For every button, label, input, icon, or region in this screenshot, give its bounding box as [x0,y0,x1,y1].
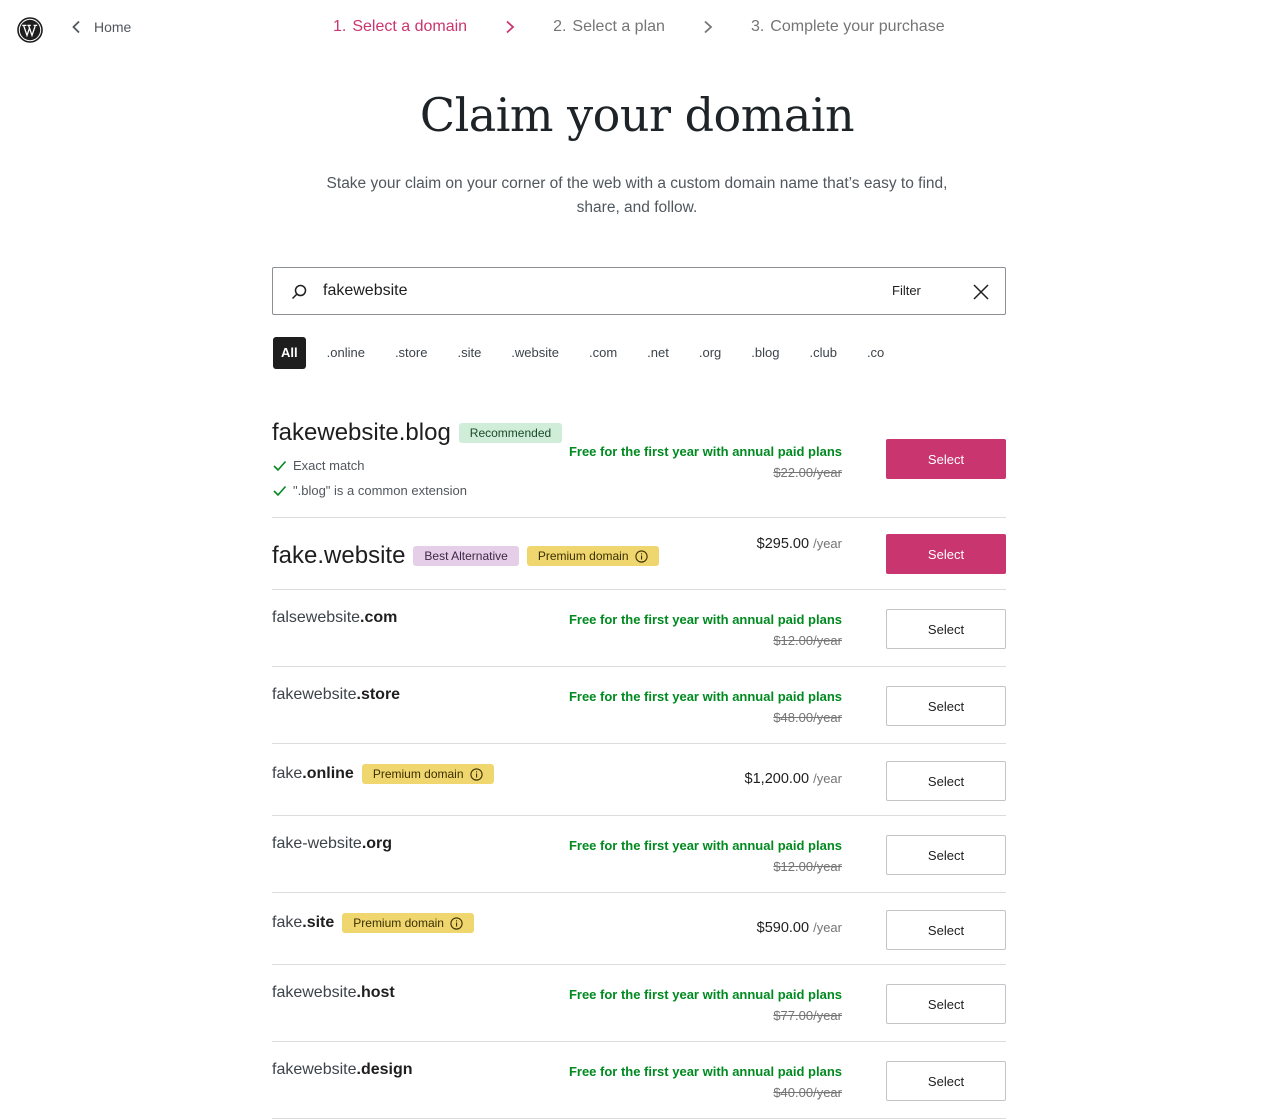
select-domain-button[interactable]: Select [886,761,1006,801]
original-price: $48.00/year [773,710,842,725]
select-domain-button[interactable]: Select [886,609,1006,649]
domain-result-row: fake-website.org Free for the first year … [272,816,1006,893]
search-input[interactable] [323,278,883,304]
step-select-plan: 2. Select a plan [553,18,665,35]
original-price: $40.00/year [773,1085,842,1100]
original-price: $77.00/year [773,1008,842,1023]
price-amount: $590.00 [756,920,810,936]
original-price: $22.00/year [773,465,842,480]
filter-button[interactable]: Filter [892,283,921,298]
clear-search-button[interactable] [970,281,992,303]
domain-result-row: fakewebsite.blog Recommended Exact match ".… [272,406,1006,518]
domain-result-row: fake.online Premium domain $1,200.00 /year… [272,744,1006,816]
domain-result-row: falsewebsite.com Free for the first year … [272,590,1006,667]
domain-result-row: fake.website Best Alternative Premium doma… [272,518,1006,590]
tld-filter-list: All .online .store .site .website .com .net .or… [273,337,899,369]
free-offer-text: Free for the first year with annual paid… [568,838,842,853]
domain-price: Free for the first year with annual paid… [569,612,842,648]
premium-domain-badge: Premium domain [361,764,494,784]
domain-price: $295.00 /year [757,536,842,552]
tld-filter-website[interactable]: .website [496,337,574,369]
top-bar: Home 1. Select a domain 2. Select a plan 3… [0,0,1274,60]
domain-search: Filter [272,267,1006,315]
free-offer-text: Free for the first year with annual paid… [568,987,842,1002]
domain-price: Free for the first year with annual paid… [569,838,842,874]
close-icon [973,284,989,300]
domain-name: fake.site [272,914,335,931]
free-offer-text: Free for the first year with annual paid… [568,612,842,627]
home-label: Home [94,19,132,35]
tld-filter-site[interactable]: .site [442,337,496,369]
select-domain-button[interactable]: Select [886,1061,1006,1101]
select-domain-button[interactable]: Select [886,534,1006,574]
domain-name: fakewebsite.design [272,1061,413,1078]
domain-price: Free for the first year with annual paid… [569,987,842,1023]
tld-filter-club[interactable]: .club [794,337,851,369]
domain-name: fake.website [272,542,406,569]
tld-filter-com[interactable]: .com [574,337,632,369]
original-price: $12.00/year [773,633,842,648]
domain-result-row: fake.site Premium domain $590.00 /year Sele… [272,893,1006,965]
step-select-domain[interactable]: 1. Select a domain [333,18,467,36]
price-amount: $1,200.00 [744,771,810,787]
search-icon [291,284,307,300]
domain-price: $590.00 /year [757,920,842,936]
step-complete-purchase: 3. Complete your purchase [750,18,945,35]
match-reason: ".blog" is a common extension [272,478,562,503]
select-domain-button[interactable]: Select [886,439,1006,479]
domain-result-row: fakewebsite.host Free for the first year … [272,965,1006,1042]
domain-name: falsewebsite.com [272,609,398,626]
select-domain-button[interactable]: Select [886,686,1006,726]
select-domain-button[interactable]: Select [886,910,1006,950]
tld-filter-net[interactable]: .net [632,337,684,369]
tld-filter-store[interactable]: .store [380,337,443,369]
select-domain-button[interactable]: Select [886,835,1006,875]
info-icon[interactable] [634,549,648,563]
domain-name: fakewebsite.store [272,686,401,703]
price-period: /year [813,920,842,935]
chevron-right-icon [506,20,515,34]
chevron-right-icon [704,20,713,34]
tld-filter-all[interactable]: All [273,337,306,369]
chevron-left-icon [72,20,80,34]
tld-filter-online[interactable]: .online [312,337,380,369]
page-subtitle: Stake your claim on your corner of the w… [326,175,948,216]
domain-name: fakewebsite.blog [272,419,451,446]
best-alternative-badge: Best Alternative [413,546,519,566]
domain-result-row: fakewebsite.design Free for the first yea… [272,1042,1006,1119]
stepper: 1. Select a domain 2. Select a plan 3. Comp… [333,18,945,36]
check-icon [273,485,287,497]
tld-filter-blog[interactable]: .blog [736,337,794,369]
price-period: /year [813,536,842,551]
domain-name: fakewebsite.host [272,984,395,1001]
domain-name: fake.online [272,765,354,782]
select-domain-button[interactable]: Select [886,984,1006,1024]
domain-name: fake-website.org [272,835,393,852]
check-icon [273,460,287,472]
domain-price: Free for the first year with annual paid… [569,689,842,725]
wordpress-logo-icon[interactable] [17,17,43,43]
domain-price: Free for the first year with annual paid… [569,1064,842,1100]
tld-filter-org[interactable]: .org [684,337,736,369]
tld-filter-co[interactable]: .co [852,337,899,369]
home-link[interactable]: Home [70,19,131,35]
premium-domain-badge: Premium domain [526,546,659,566]
recommended-badge: Recommended [458,423,563,443]
premium-domain-badge: Premium domain [342,913,474,933]
domain-price: $1,200.00 /year [745,771,842,787]
info-icon[interactable] [450,916,463,930]
price-amount: $295.00 [756,536,810,552]
info-icon[interactable] [469,767,483,781]
domain-result-row: fakewebsite.store Free for the first year… [272,667,1006,744]
domain-results-list: fakewebsite.blog Recommended Exact match ".… [272,406,1006,1119]
free-offer-text: Free for the first year with annual paid… [568,444,842,459]
free-offer-text: Free for the first year with annual paid… [568,1064,842,1079]
price-period: /year [813,771,842,786]
domain-price: Free for the first year with annual paid… [569,444,842,480]
original-price: $12.00/year [773,859,842,874]
free-offer-text: Free for the first year with annual paid… [568,689,842,704]
page-title: Claim your domain [419,88,855,142]
match-reason: Exact match [272,453,562,478]
